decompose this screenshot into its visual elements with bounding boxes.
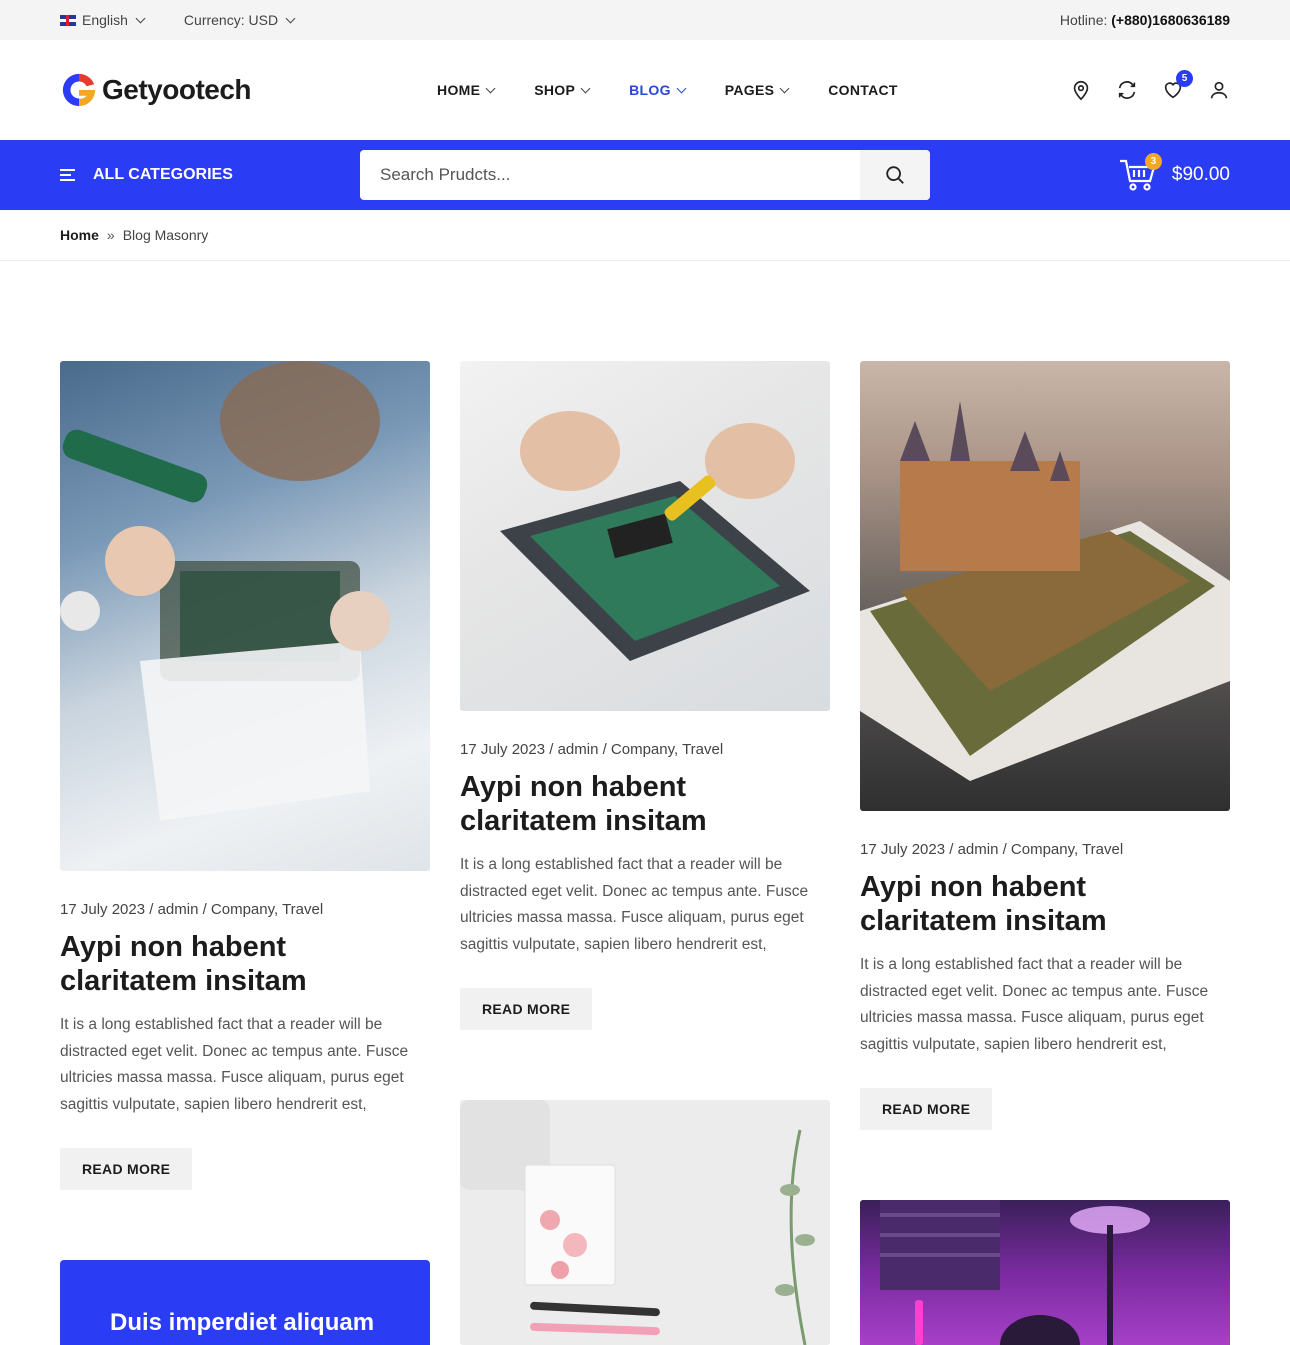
post-meta: 17 July 2023 / admin / Company, Travel (60, 901, 324, 918)
logo-text: Getyootech (102, 74, 252, 105)
search-button[interactable] (860, 150, 930, 200)
nav-contact[interactable]: CONTACT (828, 82, 898, 98)
user-icon[interactable] (1208, 79, 1230, 101)
nav-blog[interactable]: BLOG (629, 82, 687, 98)
blog-card: 17 July 2023 / admin / Company, Travel A… (460, 361, 830, 1030)
search-box (360, 150, 930, 200)
stationery-illustration (460, 1100, 815, 1345)
post-meta: 17 July 2023 / admin / Company, Travel (860, 841, 1124, 858)
uk-flag-icon (60, 14, 76, 26)
nav-shop[interactable]: SHOP (534, 82, 591, 98)
post-excerpt: It is a long established fact that a rea… (60, 1016, 409, 1113)
nav-label: SHOP (534, 82, 576, 98)
post-image[interactable] (460, 361, 830, 711)
breadcrumb: Home » Blog Masonry (0, 210, 1290, 261)
neon-room-illustration (880, 1200, 1150, 1345)
cart-total: $90.00 (1171, 164, 1230, 185)
logo-mark-icon (62, 73, 96, 107)
drone-repair-illustration (60, 361, 390, 821)
promo-card[interactable]: Duis imperdiet aliquam (60, 1260, 430, 1345)
post-title[interactable]: Aypi non habent claritatem insitam (860, 870, 1230, 938)
double-chevron-right-icon: » (106, 227, 115, 243)
post-image[interactable] (860, 361, 1230, 811)
category-search-bar: ALL CATEGORIES 3 $90.00 (0, 140, 1290, 210)
chevron-down-icon (135, 13, 146, 23)
site-logo[interactable]: Getyootech (60, 71, 252, 109)
blog-card: 17 July 2023 / admin / Company, Travel A… (60, 361, 430, 1190)
wishlist-icon[interactable]: 5 (1162, 70, 1193, 101)
language-label: English (82, 12, 128, 28)
hotline-number[interactable]: (+880)1680636189 (1111, 12, 1230, 28)
promo-title: Duis imperdiet aliquam (60, 1260, 430, 1345)
nav-label: PAGES (724, 82, 775, 98)
menu-icon (60, 169, 75, 181)
currency-label: Currency: USD (183, 12, 279, 28)
breadcrumb-current: Blog Masonry (122, 227, 209, 243)
post-excerpt: It is a long established fact that a rea… (460, 856, 809, 953)
chevron-down-icon (779, 83, 790, 93)
language-selector[interactable]: English (60, 12, 146, 28)
post-title[interactable]: Aypi non habent claritatem insitam (460, 770, 830, 838)
cart-button[interactable]: 3 $90.00 (1118, 153, 1230, 193)
breadcrumb-home[interactable]: Home (60, 227, 99, 243)
post-title[interactable]: Aypi non habent claritatem insitam (60, 930, 430, 998)
post-meta: 17 July 2023 / admin / Company, Travel (460, 741, 724, 758)
search-icon (886, 166, 904, 184)
castle-on-phone-illustration (860, 401, 1230, 781)
nav-pages[interactable]: PAGES (724, 82, 790, 98)
chevron-down-icon (580, 83, 591, 93)
top-bar: English Currency: USD Hotline: (+880)168… (0, 0, 1290, 40)
chevron-down-icon (676, 83, 687, 93)
chevron-down-icon (285, 13, 296, 23)
hotline: Hotline: (+880)1680636189 (1060, 12, 1230, 28)
read-more-button[interactable]: READ MORE (60, 1148, 193, 1190)
post-excerpt: It is a long established fact that a rea… (860, 956, 1209, 1053)
post-image[interactable] (860, 1200, 1230, 1345)
blog-card: 17 July 2023 / admin / Company, Travel A… (860, 361, 1230, 1130)
main-nav: HOME SHOP BLOG PAGES CONTACT (437, 82, 898, 98)
wishlist-count-badge: 5 (1176, 70, 1193, 87)
post-image[interactable] (60, 361, 430, 871)
search-input[interactable] (360, 150, 860, 200)
location-icon[interactable] (1070, 79, 1092, 101)
currency-selector[interactable]: Currency: USD (183, 12, 296, 28)
laptop-repair-illustration (500, 411, 810, 661)
chevron-down-icon (485, 83, 496, 93)
all-categories-label: ALL CATEGORIES (93, 166, 233, 183)
all-categories-button[interactable]: ALL CATEGORIES (60, 166, 360, 184)
nav-label: CONTACT (828, 82, 898, 98)
nav-home[interactable]: HOME (437, 82, 496, 98)
compare-icon[interactable] (1116, 79, 1138, 101)
nav-label: HOME (437, 82, 481, 98)
cart-icon: 3 (1118, 153, 1162, 193)
read-more-button[interactable]: READ MORE (860, 1088, 993, 1130)
nav-label: BLOG (629, 82, 671, 98)
main-header: Getyootech HOME SHOP BLOG PAGES CONTACT (0, 40, 1290, 140)
hotline-label: Hotline: (1059, 12, 1108, 28)
cart-count-badge: 3 (1144, 153, 1162, 170)
post-image[interactable] (460, 1100, 830, 1345)
header-icons: 5 (1070, 70, 1230, 101)
read-more-button[interactable]: READ MORE (460, 988, 593, 1030)
